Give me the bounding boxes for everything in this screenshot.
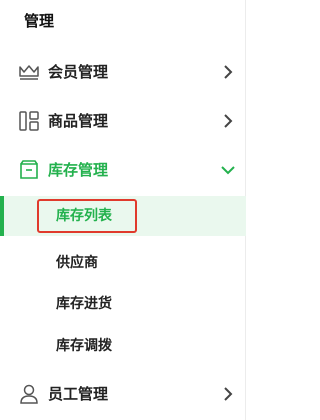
menu-label: 员工管理 [48, 385, 109, 403]
menu-product-management[interactable]: 商品管理 [0, 101, 246, 141]
submenu-label: 库存调拨 [56, 338, 112, 354]
chevron-right-icon [220, 113, 236, 129]
submenu-label: 库存进货 [56, 296, 112, 312]
submenu-inventory-list[interactable]: 库存列表 [0, 196, 246, 236]
chevron-right-icon [220, 64, 236, 80]
box-icon [18, 159, 40, 181]
menu-label: 库存管理 [48, 161, 109, 179]
selected-indicator [0, 196, 4, 236]
user-icon [18, 383, 40, 405]
menu-member-management[interactable]: 会员管理 [0, 52, 246, 92]
menu-staff-management[interactable]: 员工管理 [0, 374, 246, 414]
crown-icon [18, 61, 40, 83]
menu-label: 商品管理 [48, 112, 109, 130]
section-title: 管理 [24, 12, 55, 30]
menu-label: 会员管理 [48, 63, 109, 81]
submenu-supplier[interactable]: 供应商 [0, 243, 246, 283]
grid-icon [18, 110, 40, 132]
submenu-stock-in[interactable]: 库存进货 [0, 284, 246, 324]
chevron-down-icon [220, 162, 236, 178]
submenu-stock-transfer[interactable]: 库存调拨 [0, 326, 246, 366]
submenu-label: 库存列表 [56, 208, 112, 224]
menu-inventory-management[interactable]: 库存管理 [0, 150, 246, 190]
submenu-label: 供应商 [56, 255, 98, 271]
sidebar: 管理 会员管理 商品管理 库存管理 库存列表 供应商 库存进货 库存调拨 员工管… [0, 0, 246, 420]
chevron-right-icon [220, 386, 236, 402]
